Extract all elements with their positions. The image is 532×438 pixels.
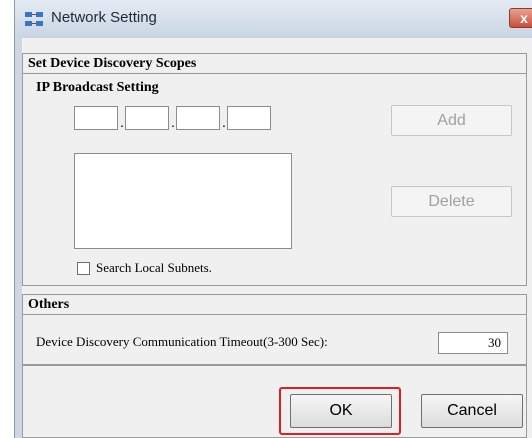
ip-octet-2-input[interactable] [125, 106, 169, 130]
ip-separator: . [120, 114, 124, 130]
close-icon: x [520, 10, 528, 26]
delete-button[interactable]: Delete [391, 186, 512, 217]
timeout-label: Device Discovery Communication Timeout(3… [36, 334, 328, 349]
discovery-section-header: Set Device Discovery Scopes [22, 53, 527, 73]
ip-separator: . [222, 114, 226, 130]
title-bar[interactable]: Network Setting x [15, 0, 532, 38]
ip-octet-3-input[interactable] [176, 106, 220, 130]
add-button[interactable]: Add [391, 105, 512, 136]
others-section-header: Others [22, 294, 527, 314]
dialog-client-area: Set Device Discovery Scopes IP Broadcast… [22, 38, 532, 438]
ip-octet-1-input[interactable] [74, 106, 118, 130]
network-setting-icon [25, 12, 43, 26]
search-local-subnets-label: Search Local Subnets. [96, 260, 212, 275]
cancel-button[interactable]: Cancel [421, 394, 523, 428]
timeout-input[interactable]: 30 [438, 332, 508, 354]
ok-button[interactable]: OK [290, 394, 392, 428]
window-title: Network Setting [51, 9, 157, 26]
search-local-subnets-checkbox[interactable] [77, 262, 90, 275]
ip-separator: . [171, 114, 175, 130]
network-setting-window: Network Setting x Set Device Discovery S… [14, 0, 532, 438]
ip-octet-4-input[interactable] [227, 106, 271, 130]
broadcast-address-list[interactable] [74, 153, 292, 249]
close-button[interactable]: x [509, 8, 532, 28]
ip-broadcast-label: IP Broadcast Setting [36, 80, 159, 95]
